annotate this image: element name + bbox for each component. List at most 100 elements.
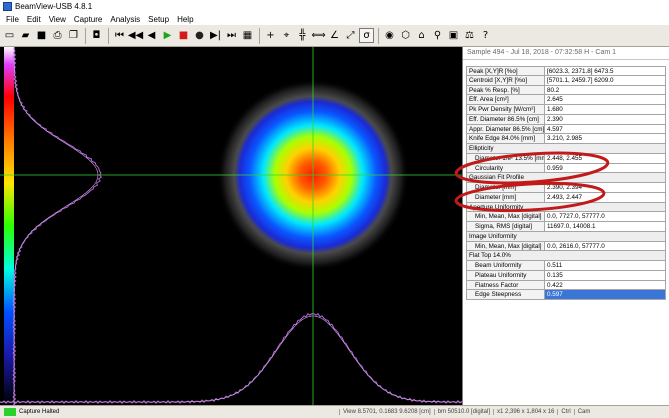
results-value: 2.493, 2.447 (544, 192, 666, 203)
open-icon: ▰ (21, 29, 30, 41)
results-row[interactable]: Diameter 1/e² 13.5% [mm] 2.448, 2.455 (466, 153, 666, 164)
results-key: Edge Steepness (466, 290, 544, 300)
home-button[interactable]: ⌂ (414, 28, 429, 43)
results-row[interactable]: Eff. Area [cm²] 2.645 (466, 95, 666, 105)
title-bar: BeamView-USB 4.8.1 (0, 0, 669, 13)
results-key: Plateau Uniformity (466, 270, 544, 281)
menu-help[interactable]: Help (177, 15, 193, 24)
scale-button[interactable]: ⚖ (462, 28, 477, 43)
results-row[interactable]: Gaussian Fit Profile (466, 173, 666, 183)
results-row[interactable]: Flat Top 14.0% (466, 251, 666, 261)
settings-icon: ◉ (385, 29, 394, 41)
clear-button[interactable]: ▦ (240, 28, 255, 43)
results-row[interactable]: Diameter [mm] 2.390, 2.394 (466, 183, 666, 193)
play-button[interactable]: ▶ (160, 28, 175, 43)
results-row[interactable]: Beam Uniformity 0.511 (466, 261, 666, 271)
skip-end-icon: ⏭ (227, 29, 236, 41)
color-palette-bar (4, 47, 14, 405)
results-value: 11697.0, 14008.1 (544, 222, 666, 232)
results-row[interactable]: Appr. Diameter 86.5% [cm] 4.597 (466, 124, 666, 135)
sigma-icon: σ (363, 29, 370, 41)
results-row[interactable]: Image Uniformity (466, 231, 666, 242)
menu-analysis[interactable]: Analysis (110, 15, 140, 24)
results-key: Sigma, RMS [digital] (466, 222, 544, 232)
results-key: Pk Pwr Density [W/cm²] (466, 105, 544, 115)
results-row[interactable]: Edge Steepness 0.597 (466, 290, 666, 300)
results-value: 80.2 (544, 85, 666, 96)
menu-setup[interactable]: Setup (148, 15, 169, 24)
results-key: Appr. Diameter 86.5% [cm] (466, 124, 544, 135)
camera-icon: ◘ (92, 29, 101, 41)
results-row[interactable]: Flatness Factor 0.422 (466, 280, 666, 291)
toolbar-separator (85, 27, 86, 44)
results-row[interactable]: Centroid [X,Y]R [%o] [5701.1, 2459.7] 620… (466, 75, 666, 86)
zoom-button[interactable]: ⚲ (430, 28, 445, 43)
results-value: 0.511 (544, 261, 666, 271)
results-row[interactable]: Pk Pwr Density [W/cm²] 1.680 (466, 105, 666, 115)
menu-file[interactable]: File (6, 15, 19, 24)
results-value: 0.0, 7727.0, 57777.0 (544, 212, 666, 222)
results-value: 0.597 (544, 290, 666, 300)
copy-icon: ❐ (69, 29, 78, 41)
sigma-button[interactable]: σ (359, 28, 374, 43)
cursor-move-button[interactable]: ╬ (295, 28, 310, 43)
results-value: 0.422 (544, 280, 666, 291)
results-row[interactable]: Knife Edge 84.0% [mm] 3.210, 2.985 (466, 134, 666, 144)
fit-button[interactable]: ⤢ (343, 28, 358, 43)
results-row[interactable]: Eff. Diameter 86.5% [cm] 2.390 (466, 114, 666, 125)
results-row[interactable]: Peak [X,Y]R [%o] [6023.3, 2371.8] 6473.5 (466, 66, 666, 76)
beam-image-viewer[interactable] (0, 47, 462, 405)
skip-start-button[interactable]: ⏮ (112, 28, 127, 43)
skip-end-button[interactable]: ⏭ (224, 28, 239, 43)
step-forward-button[interactable]: ▶| (208, 28, 223, 43)
print-button[interactable]: ⎙ (50, 28, 65, 43)
results-row[interactable]: Min, Mean, Max [digital] 0.0, 7727.0, 577… (466, 212, 666, 222)
home-icon: ⌂ (418, 29, 425, 41)
angle-icon: ∠ (330, 29, 339, 41)
results-value: 0.959 (544, 163, 666, 174)
results-row[interactable]: Circularity 0.959 (466, 163, 666, 174)
window-title: BeamView-USB 4.8.1 (15, 2, 93, 11)
results-key: Beam Uniformity (466, 261, 544, 271)
results-panel: Sample 494 - Jul 18, 2018 - 07:32:58 H -… (462, 47, 669, 405)
stop-icon: ■ (178, 29, 189, 41)
angle-button[interactable]: ∠ (327, 28, 342, 43)
help-button[interactable]: ? (478, 28, 493, 43)
copy-button[interactable]: ❐ (66, 28, 81, 43)
results-value: 4.597 (544, 124, 666, 135)
results-value: 3.210, 2.985 (544, 134, 666, 144)
results-value: 2.448, 2.455 (544, 153, 666, 164)
new-button[interactable]: ▭ (2, 28, 17, 43)
results-row[interactable]: Plateau Uniformity 0.135 (466, 270, 666, 281)
record-button[interactable]: ● (192, 28, 207, 43)
menu-edit[interactable]: Edit (27, 15, 41, 24)
results-row[interactable]: Min, Mean, Max [digital] 0.0, 2616.0, 577… (466, 241, 666, 252)
step-back-button[interactable]: ◀ (144, 28, 159, 43)
beam-profile-canvas[interactable] (0, 47, 462, 405)
settings-button[interactable]: ◉ (382, 28, 397, 43)
results-row[interactable]: Diameter [mm] 2.493, 2.447 (466, 192, 666, 203)
step-back-icon: ◀ (147, 29, 156, 41)
color-button[interactable]: ⬡ (398, 28, 413, 43)
menu-view[interactable]: View (49, 15, 66, 24)
center-button[interactable]: ⌖ (279, 28, 294, 43)
save-button[interactable]: ■ (34, 28, 49, 43)
results-key: Eff. Diameter 86.5% [cm] (466, 114, 544, 125)
cursor-resize-button[interactable]: ⟺ (311, 28, 326, 43)
results-value: [6023.3, 2371.8] 6473.5 (544, 66, 666, 76)
results-row[interactable]: Aperture Uniformity (466, 202, 666, 213)
results-value: 0.0, 2616.0, 57777.0 (544, 241, 666, 252)
image-button[interactable]: ▣ (446, 28, 461, 43)
results-row[interactable]: Sigma, RMS [digital] 11697.0, 14008.1 (466, 222, 666, 232)
results-key: Centroid [X,Y]R [%o] (466, 75, 544, 86)
cam-indicator: Cam (573, 409, 594, 415)
open-button[interactable]: ▰ (18, 28, 33, 43)
results-row[interactable]: Peak % Resp. [%] 80.2 (466, 85, 666, 96)
menu-capture[interactable]: Capture (74, 15, 102, 24)
crosshair-button[interactable]: + (263, 28, 278, 43)
rewind-button[interactable]: ◀◀ (128, 28, 143, 43)
stop-button[interactable]: ■ (176, 28, 191, 43)
camera-button[interactable]: ◘ (89, 28, 104, 43)
toolbar-separator (259, 27, 260, 44)
results-row[interactable]: Ellipticity (466, 144, 666, 154)
